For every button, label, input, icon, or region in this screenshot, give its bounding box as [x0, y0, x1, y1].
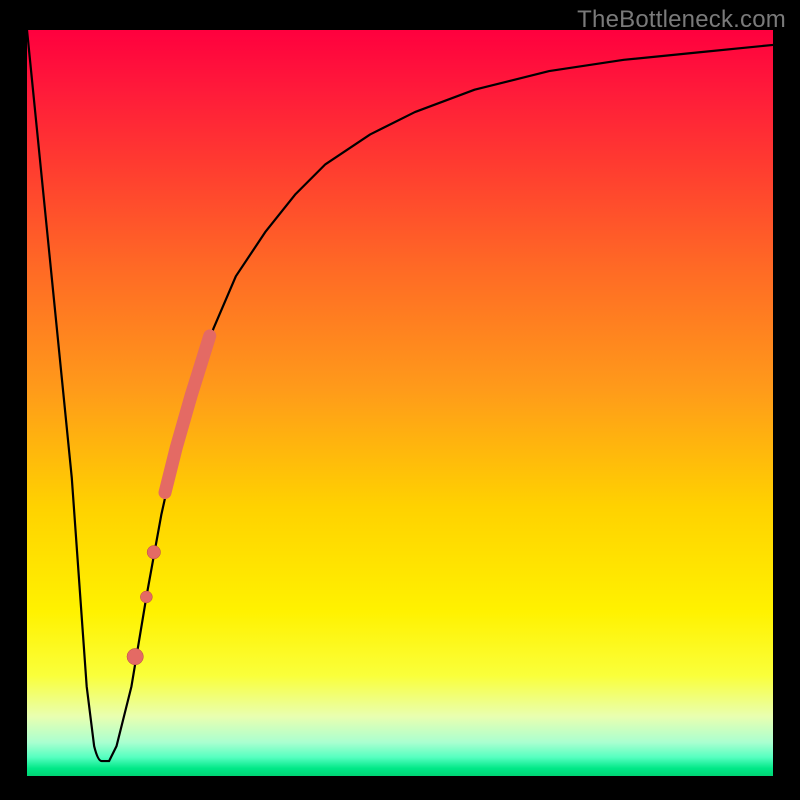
marker-thick-segment	[165, 336, 210, 493]
marker-dot-a	[147, 545, 160, 558]
chart-container: TheBottleneck.com	[0, 0, 800, 800]
chart-svg	[27, 30, 773, 776]
watermark-text: TheBottleneck.com	[577, 6, 786, 34]
marker-dot-c	[127, 648, 143, 664]
marker-dot-b	[140, 591, 152, 603]
